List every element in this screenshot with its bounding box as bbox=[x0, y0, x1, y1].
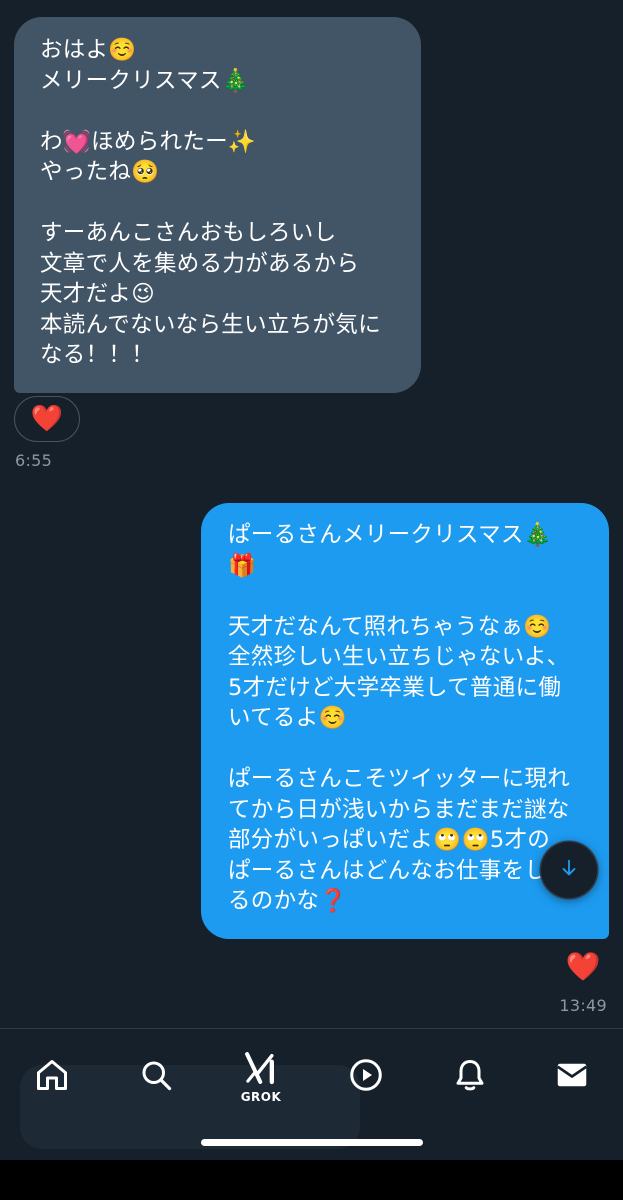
nav-home[interactable] bbox=[22, 1047, 82, 1107]
heart-reaction: ❤️ bbox=[565, 949, 601, 983]
scroll-to-bottom-button[interactable] bbox=[541, 842, 597, 898]
nav-notifications[interactable] bbox=[440, 1047, 500, 1107]
arrow-down-icon bbox=[558, 857, 580, 883]
home-icon bbox=[34, 1057, 70, 1097]
outgoing-message-reaction[interactable]: ❤️ bbox=[563, 948, 603, 984]
nav-video[interactable] bbox=[336, 1047, 396, 1107]
search-icon bbox=[138, 1057, 174, 1097]
bottom-safe-area bbox=[0, 1160, 623, 1200]
bottom-navigation-bar: GROK bbox=[0, 1028, 623, 1161]
nav-messages[interactable] bbox=[542, 1047, 602, 1107]
outgoing-message-time: 13:49 bbox=[559, 996, 607, 1015]
heart-reaction: ❤️ bbox=[30, 404, 64, 434]
incoming-message-reaction[interactable]: ❤️ bbox=[14, 396, 80, 442]
envelope-icon bbox=[554, 1057, 590, 1097]
incoming-message-time: 6:55 bbox=[15, 451, 53, 470]
grok-icon bbox=[242, 1051, 280, 1089]
dm-conversation-screen: おはよ☺️ メリークリスマス🎄 わ💓ほめられたー✨ やったね🥺 すーあんこさんお… bbox=[0, 0, 623, 1200]
grok-label: GROK bbox=[240, 1089, 282, 1104]
play-circle-icon bbox=[348, 1057, 384, 1097]
nav-search[interactable] bbox=[126, 1047, 186, 1107]
incoming-message-bubble[interactable]: おはよ☺️ メリークリスマス🎄 わ💓ほめられたー✨ やったね🥺 すーあんこさんお… bbox=[14, 17, 421, 393]
nav-grok[interactable]: GROK bbox=[231, 1047, 291, 1107]
bell-icon bbox=[452, 1057, 488, 1097]
home-indicator[interactable] bbox=[201, 1139, 423, 1146]
